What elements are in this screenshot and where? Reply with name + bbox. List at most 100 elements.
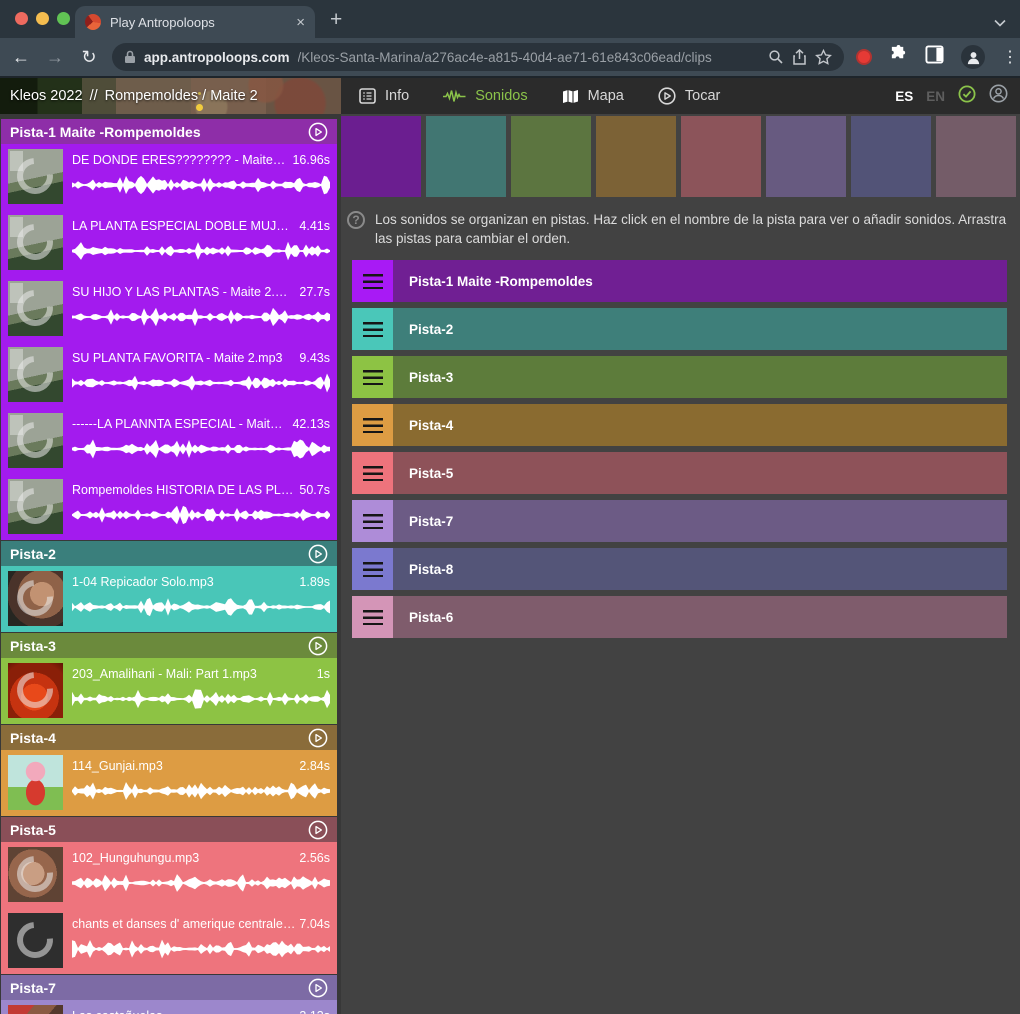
nav-item-tocar[interactable]: Tocar: [658, 87, 720, 105]
track-row-body[interactable]: Pista-4: [393, 404, 1007, 446]
clip-thumbnail: [8, 413, 63, 468]
clip-item[interactable]: SU HIJO Y LAS PLANTAS - Maite 2.mp327.7s: [1, 276, 337, 342]
nav-item-mapa[interactable]: Mapa: [562, 88, 624, 104]
share-icon[interactable]: [792, 49, 807, 66]
browser-tab-bar: Play Antropoloops × +: [0, 0, 1020, 38]
lang-en-button[interactable]: EN: [926, 89, 945, 104]
profile-avatar[interactable]: [961, 45, 985, 69]
track-section: Pista-7 Las castañuelas3.13s: [1, 975, 337, 1014]
track-play-button[interactable]: [308, 544, 328, 564]
clip-item[interactable]: 203_Amalihani - Mali: Part 1.mp31s: [1, 658, 337, 724]
drag-handle[interactable]: [352, 548, 393, 590]
clip-body: LA PLANTA ESPECIAL DOBLE MUJER - Mai...4…: [72, 215, 330, 276]
app-nav: Info Sonidos Mapa Tocar: [341, 87, 895, 105]
clip-title-line: SU PLANTA FAVORITA - Maite 2.mp39.43s: [72, 351, 330, 365]
macos-window-controls[interactable]: [15, 12, 70, 25]
track-row-body[interactable]: Pista-7: [393, 500, 1007, 542]
track-row[interactable]: Pista-5: [352, 452, 1007, 494]
lock-icon[interactable]: [124, 50, 136, 64]
clip-duration: 27.7s: [299, 285, 330, 299]
clip-item[interactable]: Las castañuelas3.13s: [1, 1000, 337, 1014]
drag-handle[interactable]: [352, 356, 393, 398]
back-button[interactable]: ←: [4, 47, 38, 68]
track-row[interactable]: Pista-8: [352, 548, 1007, 590]
recording-extension-icon[interactable]: [856, 49, 872, 65]
drag-handle[interactable]: [352, 404, 393, 446]
help-text: Los sonidos se organizan en pistas. Haz …: [375, 210, 1007, 248]
browser-tab[interactable]: Play Antropoloops ×: [75, 6, 315, 38]
track-section: Pista-4 114_Gunjai.mp32.84s: [1, 725, 337, 816]
track-row[interactable]: Pista-1 Maite -Rompemoldes: [352, 260, 1007, 302]
track-color-swatch: [341, 116, 421, 197]
zoom-page-icon[interactable]: [768, 49, 784, 65]
track-play-button[interactable]: [308, 122, 328, 142]
track-row[interactable]: Pista-7: [352, 500, 1007, 542]
clip-item[interactable]: ------LA PLANNTA ESPECIAL - Maite 2.mp34…: [1, 408, 337, 474]
nav-item-sonidos[interactable]: Sonidos: [443, 88, 527, 104]
track-row-body[interactable]: Pista-3: [393, 356, 1007, 398]
clip-waveform: [72, 596, 330, 618]
track-row[interactable]: Pista-6: [352, 596, 1007, 638]
close-tab-icon[interactable]: ×: [296, 15, 305, 30]
clip-item[interactable]: 1-04 Repicador Solo.mp31.89s: [1, 566, 337, 632]
extensions-puzzle-icon[interactable]: [889, 45, 908, 69]
track-color-swatch: [936, 116, 1016, 197]
clip-item[interactable]: DE DONDE ERES???????? - Maite 2.mp316.96…: [1, 144, 337, 210]
drag-handle[interactable]: [352, 260, 393, 302]
track-row-label: Pista-5: [409, 466, 453, 481]
clip-item[interactable]: 102_Hunguhungu.mp32.56s: [1, 842, 337, 908]
drag-handle[interactable]: [352, 596, 393, 638]
breadcrumb-separator: //: [90, 88, 98, 104]
forward-button[interactable]: →: [38, 47, 72, 68]
drag-handle[interactable]: [352, 452, 393, 494]
clip-title-line: 114_Gunjai.mp32.84s: [72, 759, 330, 773]
track-header[interactable]: Pista-2: [1, 541, 337, 566]
nav-item-info[interactable]: Info: [359, 88, 409, 104]
reload-button[interactable]: ↻: [72, 47, 106, 68]
clip-item[interactable]: LA PLANTA ESPECIAL DOBLE MUJER - Mai...4…: [1, 210, 337, 276]
track-header[interactable]: Pista-3: [1, 633, 337, 658]
drag-handle[interactable]: [352, 308, 393, 350]
track-play-button[interactable]: [308, 728, 328, 748]
clip-title-line: 203_Amalihani - Mali: Part 1.mp31s: [72, 667, 330, 681]
tab-search-chevron-icon[interactable]: [994, 14, 1006, 32]
track-row-body[interactable]: Pista-6: [393, 596, 1007, 638]
track-row[interactable]: Pista-4: [352, 404, 1007, 446]
clip-title-line: ------LA PLANNTA ESPECIAL - Maite 2.mp34…: [72, 417, 330, 431]
track-play-button[interactable]: [308, 820, 328, 840]
browser-menu-icon[interactable]: ⋮: [1002, 47, 1018, 67]
clip-title-line: Las castañuelas3.13s: [72, 1009, 330, 1014]
track-row-body[interactable]: Pista-8: [393, 548, 1007, 590]
clip-duration: 7.04s: [299, 917, 330, 931]
address-bar[interactable]: app.antropoloops.com /Kleos-Santa-Marina…: [112, 43, 844, 71]
bookmark-star-icon[interactable]: [815, 49, 832, 66]
clip-item[interactable]: SU PLANTA FAVORITA - Maite 2.mp39.43s: [1, 342, 337, 408]
tracks-sidebar: Pista-1 Maite -Rompemoldes DE DONDE ERES?…: [0, 114, 341, 1014]
track-header[interactable]: Pista-5: [1, 817, 337, 842]
track-color-swatch: [766, 116, 846, 197]
side-panel-icon[interactable]: [925, 45, 944, 69]
zoom-window-button[interactable]: [57, 12, 70, 25]
minimize-window-button[interactable]: [36, 12, 49, 25]
clip-body: DE DONDE ERES???????? - Maite 2.mp316.96…: [72, 149, 330, 210]
clip-item[interactable]: chants et danses d' amerique centrale - …: [1, 908, 337, 974]
track-row-body[interactable]: Pista-1 Maite -Rompemoldes: [393, 260, 1007, 302]
drag-handle[interactable]: [352, 500, 393, 542]
clip-item[interactable]: 114_Gunjai.mp32.84s: [1, 750, 337, 816]
track-section: Pista-3 203_Amalihani - Mali: Part 1.mp31…: [1, 633, 337, 724]
track-row[interactable]: Pista-3: [352, 356, 1007, 398]
track-play-button[interactable]: [308, 978, 328, 998]
track-row[interactable]: Pista-2: [352, 308, 1007, 350]
clip-item[interactable]: Rompemoldes HISTORIA DE LAS PLANTAS...50…: [1, 474, 337, 540]
account-icon[interactable]: [989, 84, 1008, 108]
track-header[interactable]: Pista-1 Maite -Rompemoldes: [1, 119, 337, 144]
track-row-body[interactable]: Pista-5: [393, 452, 1007, 494]
close-window-button[interactable]: [15, 12, 28, 25]
track-play-button[interactable]: [308, 636, 328, 656]
track-header[interactable]: Pista-4: [1, 725, 337, 750]
track-row-body[interactable]: Pista-2: [393, 308, 1007, 350]
lang-es-button[interactable]: ES: [895, 89, 913, 104]
clip-name: 114_Gunjai.mp3: [72, 759, 295, 773]
new-tab-button[interactable]: +: [330, 8, 342, 32]
track-header[interactable]: Pista-7: [1, 975, 337, 1000]
